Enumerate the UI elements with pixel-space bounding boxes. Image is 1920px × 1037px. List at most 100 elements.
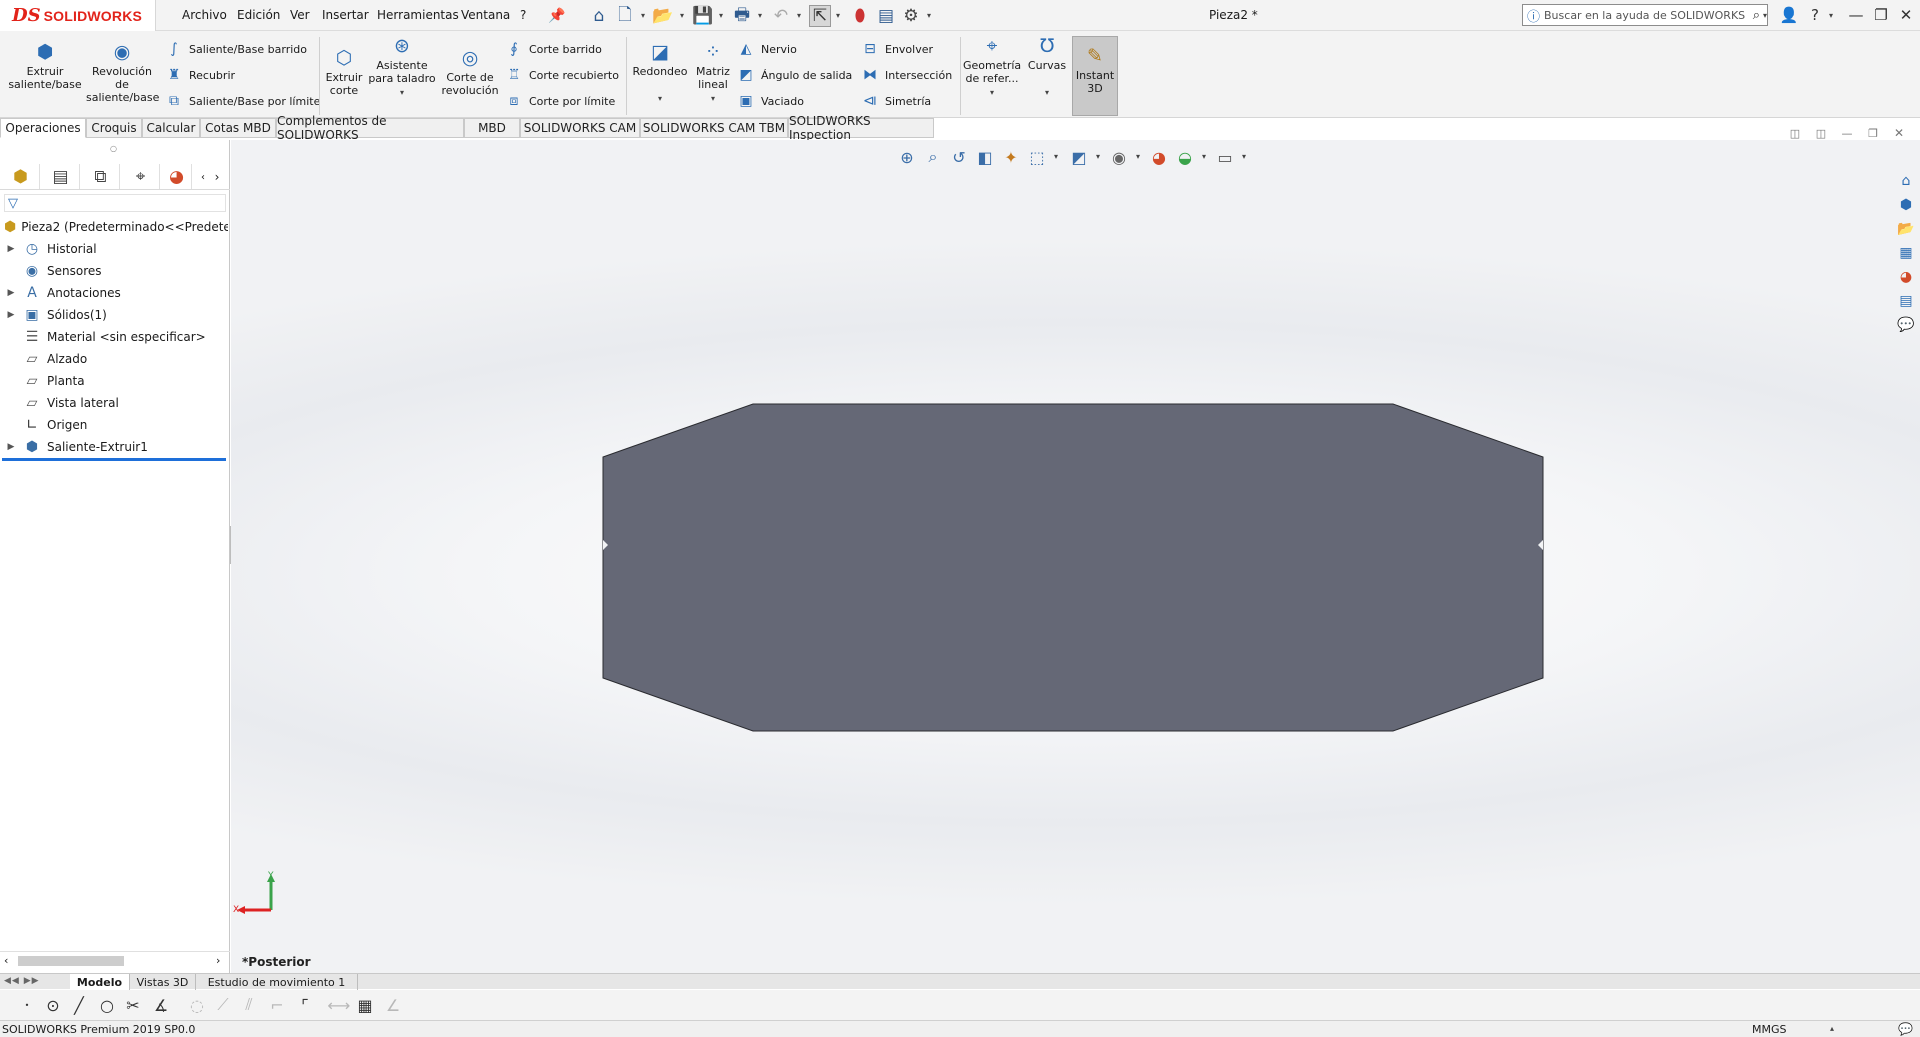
feedback-icon[interactable]: 💬: [1898, 1022, 1913, 1036]
swept-boss-button[interactable]: ∫ Saliente/Base barrido: [165, 41, 307, 57]
circle-center-icon[interactable]: ⊙: [42, 995, 64, 1015]
new-document-icon[interactable]: 🗋: [614, 5, 636, 27]
tab-solidworks-cam-tbm[interactable]: SOLIDWORKS CAM TBM: [640, 118, 788, 138]
instant3d-button[interactable]: ✎ Instant 3D: [1072, 36, 1118, 116]
help-search-box[interactable]: ⓘ Buscar en la ayuda de SOLIDWORKS ⌕ ▾: [1522, 4, 1768, 26]
wrap-button[interactable]: ⊟ Envolver: [861, 41, 933, 57]
model-view-svg[interactable]: [231, 140, 1920, 973]
chevron-down-icon[interactable]: ▾: [758, 11, 762, 20]
tab-modelo[interactable]: Modelo: [70, 974, 130, 990]
chevron-down-icon[interactable]: ▾: [927, 11, 931, 20]
line-icon[interactable]: ╱: [68, 995, 90, 1015]
chevron-down-icon[interactable]: ▾: [719, 11, 723, 20]
rectangle-icon[interactable]: ⌜: [294, 995, 316, 1015]
print-icon[interactable]: 🖶: [731, 5, 753, 27]
menu-herramientas[interactable]: Herramientas: [377, 8, 459, 22]
extrude-boss-button[interactable]: ⬢ Extruir saliente/base: [6, 41, 84, 91]
traffic-light-icon[interactable]: ⬮: [849, 5, 871, 27]
minimize-icon[interactable]: —: [1845, 4, 1867, 26]
panel-grip-icon[interactable]: ○: [110, 144, 117, 153]
home-icon[interactable]: ⌂: [588, 5, 610, 27]
tile-right-icon[interactable]: ◫: [1813, 125, 1829, 141]
chevron-right-icon[interactable]: ›: [210, 168, 224, 186]
offset-icon[interactable]: ⟋: [212, 995, 234, 1015]
trim-icon[interactable]: ✂: [122, 995, 144, 1015]
undo-icon[interactable]: ↶: [770, 5, 792, 27]
select-icon[interactable]: ⇱: [809, 5, 831, 27]
expand-arrow-icon[interactable]: ▶: [0, 244, 22, 254]
tree-root-part[interactable]: ⬢ Pieza2 (Predeterminado<<Predeterm: [0, 216, 228, 238]
chevron-up-icon[interactable]: ▴: [1830, 1024, 1834, 1033]
circle-icon[interactable]: ○: [96, 995, 118, 1015]
chevron-down-icon[interactable]: ▾: [400, 88, 404, 97]
tab-croquis[interactable]: Croquis: [86, 118, 142, 138]
tree-item-planta[interactable]: ▱ Planta: [0, 370, 228, 392]
intersect-button[interactable]: ⧓ Intersección: [861, 67, 952, 83]
help-question-icon[interactable]: ?: [1804, 4, 1826, 26]
lofted-cut-button[interactable]: ♖ Corte recubierto: [505, 67, 619, 83]
tab-nav-arrows-icon[interactable]: ◀◀ ▶▶: [4, 976, 40, 986]
horizontal-scrollbar[interactable]: ‹ ›: [0, 951, 230, 969]
rib-button[interactable]: ◭ Nervio: [737, 41, 797, 57]
scroll-right-icon[interactable]: ›: [216, 954, 220, 967]
hole-wizard-button[interactable]: ⊛ Asistente para taladro ▾: [368, 35, 436, 99]
tree-item-sensores[interactable]: ◉ Sensores: [0, 260, 228, 282]
doc-minimize-icon[interactable]: —: [1839, 125, 1855, 141]
scroll-left-icon[interactable]: ‹: [4, 954, 8, 967]
tile-left-icon[interactable]: ◫: [1787, 125, 1803, 141]
grid-icon[interactable]: ▦: [354, 995, 376, 1015]
fillet-button[interactable]: ◪ Redondeo ▾: [630, 41, 690, 105]
chevron-down-icon[interactable]: ▾: [641, 11, 645, 20]
chevron-down-icon[interactable]: ▾: [836, 11, 840, 20]
part-body-silhouette[interactable]: [602, 403, 1544, 732]
corner-icon[interactable]: ⌐: [266, 995, 288, 1015]
smart-dimension-icon[interactable]: ∡: [150, 995, 172, 1015]
tree-item-solidos[interactable]: ▶ ▣ Sólidos(1): [0, 304, 228, 326]
tree-item-saliente-extruir1[interactable]: ▶ ⬢ Saliente-Extruir1: [0, 436, 228, 458]
tab-operaciones[interactable]: Operaciones: [0, 118, 86, 138]
close-icon[interactable]: ✕: [1895, 4, 1917, 26]
rollback-bar[interactable]: [2, 458, 226, 461]
tab-solidworks-cam[interactable]: SOLIDWORKS CAM: [520, 118, 640, 138]
menu-archivo[interactable]: Archivo: [182, 8, 227, 22]
expand-arrow-icon[interactable]: ▶: [0, 310, 22, 320]
boundary-cut-button[interactable]: ⧈ Corte por límite: [505, 93, 616, 109]
tab-vistas-3d[interactable]: Vistas 3D: [130, 974, 196, 990]
tab-complementos[interactable]: Complementos de SOLIDWORKS: [276, 114, 464, 142]
doc-close-icon[interactable]: ✕: [1891, 125, 1907, 141]
units-selector[interactable]: MMGS: [1752, 1023, 1787, 1036]
chevron-down-icon[interactable]: ▾: [990, 88, 994, 97]
chevron-down-icon[interactable]: ▾: [658, 94, 662, 103]
menu-ventana[interactable]: Ventana: [461, 8, 510, 22]
boundary-boss-button[interactable]: ⧉ Saliente/Base por límite: [165, 93, 320, 109]
expand-arrow-icon[interactable]: ▶: [0, 288, 22, 298]
tab-calcular[interactable]: Calcular: [142, 118, 200, 138]
restore-icon[interactable]: ❐: [1870, 4, 1892, 26]
tree-filter[interactable]: ▽: [4, 194, 226, 212]
feature-manager-tab-icon[interactable]: ⬢: [2, 164, 40, 189]
options-gear-icon[interactable]: ⚙: [900, 5, 922, 27]
fillet-sketch-icon[interactable]: ◌: [186, 995, 208, 1015]
loft-button[interactable]: ♜ Recubrir: [165, 67, 235, 83]
swept-cut-button[interactable]: ∮ Corte barrido: [505, 41, 602, 57]
dimxpert-tab-icon[interactable]: ⌖: [122, 164, 160, 189]
tree-item-material[interactable]: ☰ Material <sin especificar>: [0, 326, 228, 348]
tab-estudio-movimiento[interactable]: Estudio de movimiento 1: [196, 974, 358, 990]
tab-solidworks-inspection[interactable]: SOLIDWORKS Inspection: [788, 114, 934, 142]
chevron-down-icon[interactable]: ▾: [680, 11, 684, 20]
tab-cotas-mbd[interactable]: Cotas MBD: [200, 118, 276, 138]
chevron-down-icon[interactable]: ▾: [1045, 88, 1049, 97]
draft-button[interactable]: ◩ Ángulo de salida: [737, 67, 852, 83]
tree-item-anotaciones[interactable]: ▶ A Anotaciones: [0, 282, 228, 304]
revolve-boss-button[interactable]: ◉ Revolución de saliente/base: [86, 41, 159, 104]
open-icon[interactable]: 📂: [652, 5, 674, 27]
chevron-down-icon[interactable]: ▾: [1763, 11, 1767, 20]
file-properties-icon[interactable]: ▤: [875, 5, 897, 27]
menu-insertar[interactable]: Insertar: [322, 8, 369, 22]
point-icon[interactable]: •: [16, 995, 38, 1015]
scrollbar-thumb[interactable]: [18, 956, 124, 966]
configuration-manager-tab-icon[interactable]: ⧉: [82, 164, 120, 189]
chevron-down-icon[interactable]: ▾: [797, 11, 801, 20]
convert-entities-icon[interactable]: ⫽: [238, 995, 260, 1015]
user-icon[interactable]: 👤: [1778, 4, 1800, 26]
